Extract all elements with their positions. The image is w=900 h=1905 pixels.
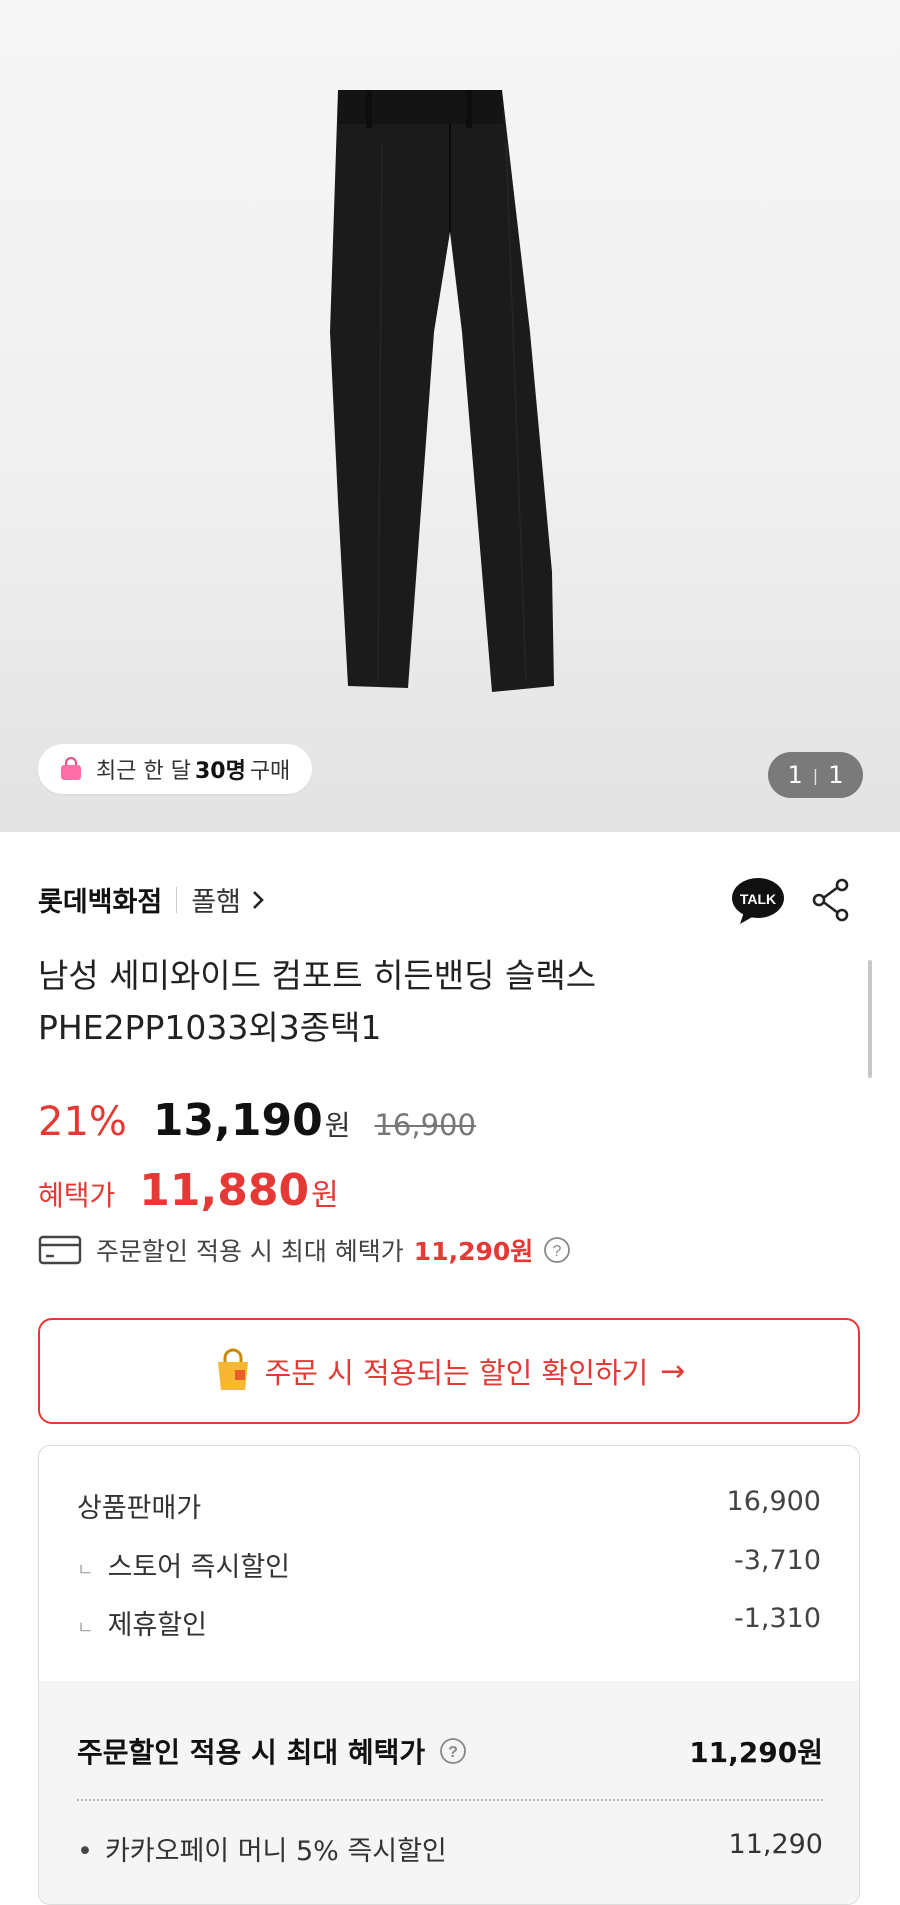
recent-purchase-prefix: 최근 한 달 [96, 759, 191, 784]
breakdown-label: 스토어 즉시할인 [77, 1545, 290, 1584]
store-name[interactable]: 롯데백화점 [38, 880, 162, 919]
benefit-price: 11,880 [139, 1165, 310, 1216]
max-benefit-price: 11,290원 [413, 1237, 534, 1266]
breakdown-label: 제휴할인 [77, 1603, 207, 1642]
brand-link[interactable]: 폴햄 [191, 880, 241, 919]
max-benefit-summary: 주문할인 적용 시 최대 혜택가 ? 11,290원 카카오페이 머니 5% 즉… [39, 1681, 859, 1904]
image-counter-current: 1 [787, 761, 803, 789]
breakdown-value: -1,310 [733, 1603, 821, 1634]
help-icon[interactable]: ? [439, 1737, 467, 1765]
image-counter: 1 | 1 [768, 752, 863, 798]
svg-text:?: ? [553, 1243, 562, 1260]
max-benefit-total-value: 11,290원 [689, 1736, 823, 1769]
sale-price-currency: 원 [324, 1109, 351, 1142]
benefit-price-currency: 원 [311, 1178, 339, 1213]
product-title-line2: PHE2PP1033외3종택1 [38, 1008, 382, 1047]
breakdown-value: -3,710 [733, 1545, 821, 1576]
svg-text:?: ? [448, 1744, 458, 1761]
kakaopay-value: 11,290 [728, 1829, 823, 1860]
product-title-line1: 남성 세미와이드 컴포트 히든밴딩 슬랙스 [38, 956, 597, 995]
discount-rate: 21% [38, 1099, 127, 1145]
help-icon[interactable]: ? [543, 1236, 571, 1264]
kakaopay-label: 카카오페이 머니 5% 즉시할인 [77, 1829, 447, 1868]
scrollbar[interactable] [868, 960, 872, 1078]
breakdown-row: 스토어 즉시할인 -3,710 [77, 1545, 821, 1584]
benefit-price-row: 혜택가 11,880 원 [38, 1165, 339, 1216]
store-divider [176, 886, 178, 913]
product-image-area[interactable]: 최근 한 달 30명 구매 1 | 1 [0, 0, 900, 832]
breakdown-row: 상품판매가 16,900 [77, 1486, 821, 1525]
max-benefit-total-text: 주문할인 적용 시 최대 혜택가 [77, 1736, 426, 1769]
benefit-label: 혜택가 [38, 1179, 116, 1212]
svg-text:TALK: TALK [740, 891, 776, 907]
product-title: 남성 세미와이드 컴포트 히든밴딩 슬랙스 PHE2PP1033외3종택1 [38, 950, 838, 1054]
share-icon[interactable] [812, 878, 850, 922]
max-benefit-total-label: 주문할인 적용 시 최대 혜택가 ? [77, 1731, 467, 1771]
talk-icon[interactable]: TALK [730, 876, 786, 926]
store-row: 롯데백화점 폴햄 [38, 880, 265, 919]
breakdown-value: 16,900 [726, 1486, 821, 1517]
kakaopay-row: 카카오페이 머니 5% 즉시할인 11,290 [77, 1829, 823, 1868]
check-discount-label: 주문 시 적용되는 할인 확인하기 [264, 1356, 649, 1390]
divider [77, 1799, 823, 1801]
check-discount-button[interactable]: 주문 시 적용되는 할인 확인하기 → [38, 1318, 860, 1424]
price-breakdown: 상품판매가 16,900 스토어 즉시할인 -3,710 제휴할인 -1,310… [38, 1445, 860, 1905]
arrow-right-icon: → [660, 1353, 686, 1389]
chevron-right-icon[interactable] [251, 889, 265, 911]
max-benefit-row: 주문할인 적용 시 최대 혜택가 11,290원 ? [38, 1232, 571, 1268]
recent-purchase-suffix: 구매 [249, 759, 291, 784]
image-counter-total: 1 [828, 761, 844, 789]
recent-purchase-count: 30명 [194, 759, 246, 784]
sale-price: 13,190 [152, 1095, 323, 1146]
breakdown-label: 상품판매가 [77, 1493, 202, 1524]
price-row: 21% 13,190 원 16,900 [38, 1095, 476, 1146]
original-price: 16,900 [374, 1108, 476, 1142]
max-benefit-text: 주문할인 적용 시 최대 혜택가 [96, 1237, 404, 1266]
shopping-bag-icon [61, 756, 81, 780]
image-counter-separator: | [812, 765, 819, 785]
shopping-bag-icon [217, 1348, 248, 1390]
max-benefit-total-row: 주문할인 적용 시 최대 혜택가 ? 11,290원 [77, 1731, 823, 1771]
breakdown-row: 제휴할인 -1,310 [77, 1603, 821, 1642]
card-icon [38, 1235, 82, 1265]
product-image [330, 90, 554, 692]
recent-purchase-badge: 최근 한 달 30명 구매 [38, 744, 313, 794]
